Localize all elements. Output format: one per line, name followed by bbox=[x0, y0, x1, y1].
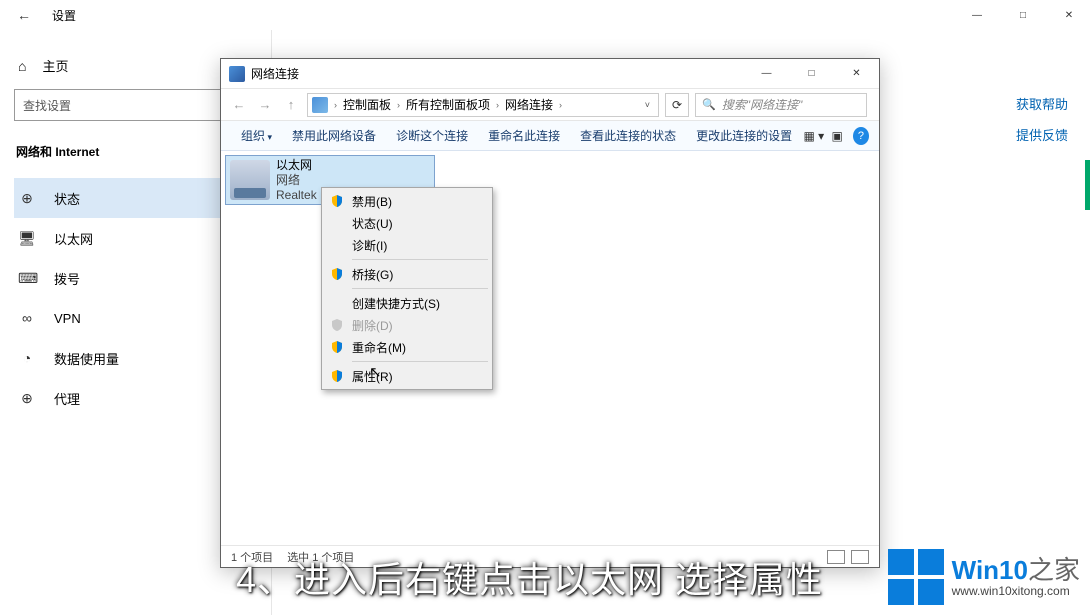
toolbar-disable[interactable]: 禁用此网络设备 bbox=[282, 127, 386, 144]
watermark: Win10之家 www.win10xitong.com bbox=[888, 549, 1080, 605]
breadcrumb-2[interactable]: 所有控制面板项 bbox=[406, 96, 490, 113]
breadcrumb-1[interactable]: 控制面板 bbox=[343, 96, 391, 113]
toolbar-organize[interactable]: 组织 bbox=[231, 127, 282, 144]
proxy-icon: ⊕ bbox=[18, 390, 36, 407]
address-bar[interactable]: › 控制面板 › 所有控制面板项 › 网络连接 › ˅ bbox=[307, 93, 659, 117]
search-icon: 🔍 bbox=[702, 98, 716, 111]
refresh-button[interactable]: ⟳ bbox=[665, 93, 689, 117]
cm-shortcut[interactable]: 创建快捷方式(S) bbox=[324, 292, 490, 314]
adapter-text: 以太网 网络 Realtek bbox=[276, 158, 317, 203]
nc-address-bar-row: ← → ↑ › 控制面板 › 所有控制面板项 › 网络连接 › ˅ ⟳ 🔍 搜索… bbox=[221, 89, 879, 121]
nav-label: 拨号 bbox=[54, 269, 80, 288]
menu-separator bbox=[352, 259, 488, 260]
back-button[interactable]: ← bbox=[0, 7, 48, 23]
ethernet-icon: 🖥 bbox=[18, 230, 36, 247]
edge-marker bbox=[1085, 160, 1090, 210]
nc-search-input[interactable]: 🔍 搜索"网络连接" bbox=[695, 93, 867, 117]
toolbar-diagnose[interactable]: 诊断这个连接 bbox=[386, 127, 478, 144]
nc-title-icon bbox=[229, 66, 245, 82]
adapter-dev: Realtek bbox=[276, 188, 317, 203]
nc-minimize-button[interactable]: — bbox=[744, 59, 789, 88]
instruction-caption: 4、进入后右键点击以太网 选择属性 bbox=[236, 551, 823, 603]
shield-icon bbox=[330, 369, 344, 383]
status-icon: ⊕ bbox=[18, 190, 36, 207]
menu-separator bbox=[352, 361, 488, 362]
home-icon: ⌂ bbox=[18, 58, 26, 74]
adapter-name: 以太网 bbox=[276, 158, 317, 173]
cm-disable[interactable]: 禁用(B) bbox=[324, 190, 490, 212]
cm-delete: 删除(D) bbox=[324, 314, 490, 336]
watermark-url: www.win10xitong.com bbox=[952, 585, 1080, 598]
nav-label: 代理 bbox=[54, 389, 80, 408]
toolbar-change[interactable]: 更改此连接的设置 bbox=[686, 127, 802, 144]
shield-icon bbox=[330, 267, 344, 281]
feedback-link[interactable]: 提供反馈 bbox=[1016, 125, 1068, 144]
breadcrumb-sep: › bbox=[395, 100, 402, 110]
breadcrumb-sep: › bbox=[332, 100, 339, 110]
get-help-link[interactable]: 获取帮助 bbox=[1016, 94, 1068, 113]
nav-up-button[interactable]: ↑ bbox=[281, 97, 301, 112]
nc-content[interactable]: 以太网 网络 Realtek bbox=[221, 151, 879, 545]
shield-icon bbox=[330, 194, 344, 208]
minimize-button[interactable]: — bbox=[954, 0, 1000, 30]
data-usage-icon: ◔ bbox=[18, 350, 36, 366]
nc-window-controls: — □ ✕ bbox=[744, 59, 879, 88]
home-label: 主页 bbox=[42, 56, 68, 75]
vpn-icon: ∞ bbox=[18, 310, 36, 326]
cm-diagnose[interactable]: 诊断(I) bbox=[324, 234, 490, 256]
cm-bridge[interactable]: 桥接(G) bbox=[324, 263, 490, 285]
search-placeholder: 查找设置 bbox=[23, 97, 71, 114]
cm-rename[interactable]: 重命名(M) bbox=[324, 336, 490, 358]
preview-pane-button[interactable]: ▣ bbox=[825, 129, 848, 143]
nc-toolbar: 组织 禁用此网络设备 诊断这个连接 重命名此连接 查看此连接的状态 更改此连接的… bbox=[221, 121, 879, 151]
network-connections-window: 网络连接 — □ ✕ ← → ↑ › 控制面板 › 所有控制面板项 › 网络连接… bbox=[220, 58, 880, 568]
menu-separator bbox=[352, 288, 488, 289]
nc-close-button[interactable]: ✕ bbox=[834, 59, 879, 88]
dialup-icon: ⌨ bbox=[18, 270, 36, 287]
address-dropdown[interactable]: ˅ bbox=[645, 100, 654, 110]
watermark-text: Win10之家 www.win10xitong.com bbox=[952, 556, 1080, 598]
cm-properties[interactable]: 属性(R) bbox=[324, 365, 490, 387]
nav-label: VPN bbox=[54, 311, 81, 326]
help-button[interactable]: ? bbox=[853, 127, 869, 145]
maximize-button[interactable]: □ bbox=[1000, 0, 1046, 30]
breadcrumb-3[interactable]: 网络连接 bbox=[505, 96, 553, 113]
nav-forward-button[interactable]: → bbox=[255, 97, 275, 112]
view-details-button[interactable] bbox=[827, 550, 845, 564]
breadcrumb-sep: › bbox=[494, 100, 501, 110]
shield-icon bbox=[330, 340, 344, 354]
cm-status[interactable]: 状态(U) bbox=[324, 212, 490, 234]
adapter-icon bbox=[230, 160, 270, 200]
shield-icon bbox=[330, 318, 344, 332]
nc-titlebar[interactable]: 网络连接 — □ ✕ bbox=[221, 59, 879, 89]
nav-label: 以太网 bbox=[54, 229, 93, 248]
toolbar-view-status[interactable]: 查看此连接的状态 bbox=[570, 127, 686, 144]
view-tiles-button[interactable] bbox=[851, 550, 869, 564]
settings-title: 设置 bbox=[48, 7, 76, 24]
nav-label: 状态 bbox=[54, 189, 80, 208]
windows-logo-icon bbox=[888, 549, 944, 605]
nc-search-placeholder: 搜索"网络连接" bbox=[722, 96, 803, 113]
window-controls: — □ ✕ bbox=[954, 0, 1092, 30]
nav-label: 数据使用量 bbox=[54, 349, 119, 368]
nav-back-button[interactable]: ← bbox=[229, 97, 249, 112]
close-button[interactable]: ✕ bbox=[1046, 0, 1092, 30]
breadcrumb-sep: › bbox=[557, 100, 564, 110]
toolbar-rename[interactable]: 重命名此连接 bbox=[478, 127, 570, 144]
view-mode-button[interactable]: ▦ ▾ bbox=[802, 129, 825, 143]
help-links: 获取帮助 提供反馈 bbox=[1016, 94, 1068, 144]
nc-title: 网络连接 bbox=[251, 65, 299, 82]
adapter-sub: 网络 bbox=[276, 173, 317, 188]
settings-titlebar: ← 设置 — □ ✕ bbox=[0, 0, 1092, 30]
context-menu: 禁用(B) 状态(U) 诊断(I) 桥接(G) 创建快捷方式(S) 删除(D) … bbox=[321, 187, 493, 390]
address-icon bbox=[312, 97, 328, 113]
nc-maximize-button[interactable]: □ bbox=[789, 59, 834, 88]
